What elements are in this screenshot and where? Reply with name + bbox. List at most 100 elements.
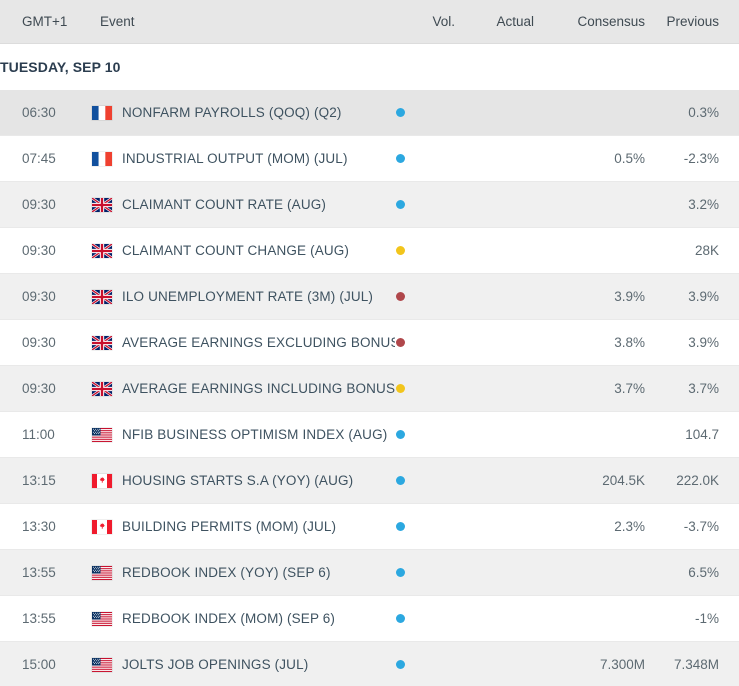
flag-united-states-icon	[88, 612, 115, 626]
table-row[interactable]: 09:30 AVERAGE EARNINGS EXCLUDING BONUS .…	[0, 320, 739, 366]
previous-value: 3.9%	[647, 335, 739, 350]
event-time: 09:30	[0, 289, 100, 304]
previous-value: 222.0K	[647, 473, 739, 488]
event-time: 09:30	[0, 381, 100, 396]
previous-value: 6.5%	[647, 565, 739, 580]
event-time: 11:00	[0, 427, 100, 442]
table-row[interactable]: 13:55 REDBOOK INDEX (YOY) (SEP 6) 6.5%	[0, 550, 739, 596]
date-group-header: TUESDAY, SEP 10	[0, 44, 739, 90]
volatility-dot-low-icon	[396, 154, 405, 163]
event-name[interactable]: AVERAGE EARNINGS INCLUDING BONUS (...	[122, 381, 395, 396]
previous-value: 3.9%	[647, 289, 739, 304]
table-row[interactable]: 15:00 JOLTS JOB OPENINGS (JUL) 7.300M7.34…	[0, 642, 739, 686]
volatility-dot-low-icon	[396, 568, 405, 577]
volatility-indicator[interactable]	[395, 108, 455, 117]
event-time: 13:55	[0, 565, 100, 580]
volatility-indicator[interactable]	[395, 476, 455, 485]
consensus-value: 3.9%	[535, 289, 647, 304]
column-header-actual[interactable]: Actual	[455, 14, 535, 29]
event-name[interactable]: BUILDING PERMITS (MOM) (JUL)	[122, 519, 395, 534]
volatility-dot-high-icon	[396, 292, 405, 301]
volatility-indicator[interactable]	[395, 430, 455, 439]
column-header-previous[interactable]: Previous	[647, 14, 739, 29]
event-time: 13:30	[0, 519, 100, 534]
table-row[interactable]: 09:30 CLAIMANT COUNT RATE (AUG) 3.2%	[0, 182, 739, 228]
event-name[interactable]: JOLTS JOB OPENINGS (JUL)	[122, 657, 395, 672]
event-name[interactable]: CLAIMANT COUNT RATE (AUG)	[122, 197, 395, 212]
consensus-value: 0.5%	[535, 151, 647, 166]
column-header-volatility[interactable]: Vol.	[395, 14, 455, 29]
event-time: 06:30	[0, 105, 100, 120]
previous-value: 7.348M	[647, 657, 739, 672]
table-row[interactable]: 13:15 HOUSING STARTS S.A (YOY) (AUG) 204.…	[0, 458, 739, 504]
event-rows-container: 06:30 NONFARM PAYROLLS (QOQ) (Q2)0.3%07:…	[0, 90, 739, 686]
previous-value: 3.7%	[647, 381, 739, 396]
event-name[interactable]: REDBOOK INDEX (YOY) (SEP 6)	[122, 565, 395, 580]
event-name[interactable]: NONFARM PAYROLLS (QOQ) (Q2)	[122, 105, 395, 120]
flag-united-states-icon	[88, 566, 115, 580]
volatility-indicator[interactable]	[395, 660, 455, 669]
date-group-label: TUESDAY, SEP 10	[0, 59, 121, 75]
event-name[interactable]: ILO UNEMPLOYMENT RATE (3M) (JUL)	[122, 289, 395, 304]
flag-france-icon	[88, 106, 115, 120]
table-row[interactable]: 13:55 REDBOOK INDEX (MOM) (SEP 6) -1%	[0, 596, 739, 642]
flag-united-kingdom-icon	[88, 290, 115, 304]
table-row[interactable]: 13:30 BUILDING PERMITS (MOM) (JUL) 2.3%-3…	[0, 504, 739, 550]
consensus-value: 7.300M	[535, 657, 647, 672]
previous-value: -2.3%	[647, 151, 739, 166]
table-row[interactable]: 09:30 AVERAGE EARNINGS INCLUDING BONUS (…	[0, 366, 739, 412]
column-header-consensus[interactable]: Consensus	[535, 14, 647, 29]
flag-france-icon	[88, 152, 115, 166]
volatility-indicator[interactable]	[395, 522, 455, 531]
event-name[interactable]: CLAIMANT COUNT CHANGE (AUG)	[122, 243, 395, 258]
flag-united-kingdom-icon	[88, 244, 115, 258]
table-row[interactable]: 06:30 NONFARM PAYROLLS (QOQ) (Q2) 0.3%	[0, 90, 739, 136]
event-name[interactable]: REDBOOK INDEX (MOM) (SEP 6)	[122, 611, 395, 626]
flag-canada-icon	[88, 474, 115, 488]
volatility-indicator[interactable]	[395, 154, 455, 163]
table-row[interactable]: 07:45 INDUSTRIAL OUTPUT (MOM) (JUL)0.5%-…	[0, 136, 739, 182]
volatility-indicator[interactable]	[395, 338, 455, 347]
previous-value: -1%	[647, 611, 739, 626]
volatility-indicator[interactable]	[395, 568, 455, 577]
volatility-indicator[interactable]	[395, 200, 455, 209]
previous-value: 0.3%	[647, 105, 739, 120]
volatility-indicator[interactable]	[395, 246, 455, 255]
calendar-column-headers: GMT+1 Event Vol. Actual Consensus Previo…	[0, 0, 739, 44]
volatility-dot-low-icon	[396, 660, 405, 669]
flag-canada-icon	[88, 520, 115, 534]
consensus-value: 2.3%	[535, 519, 647, 534]
column-header-timezone[interactable]: GMT+1	[0, 14, 100, 29]
consensus-value: 204.5K	[535, 473, 647, 488]
volatility-indicator[interactable]	[395, 292, 455, 301]
flag-united-states-icon	[88, 658, 115, 672]
event-time: 09:30	[0, 197, 100, 212]
volatility-dot-medium-icon	[396, 246, 405, 255]
volatility-dot-low-icon	[396, 476, 405, 485]
table-row[interactable]: 09:30 ILO UNEMPLOYMENT RATE (3M) (JUL) 3.…	[0, 274, 739, 320]
flag-united-kingdom-icon	[88, 336, 115, 350]
column-header-event[interactable]: Event	[100, 14, 395, 29]
event-name[interactable]: INDUSTRIAL OUTPUT (MOM) (JUL)	[122, 151, 395, 166]
volatility-indicator[interactable]	[395, 614, 455, 623]
flag-united-kingdom-icon	[88, 382, 115, 396]
consensus-value: 3.8%	[535, 335, 647, 350]
event-name[interactable]: HOUSING STARTS S.A (YOY) (AUG)	[122, 473, 395, 488]
previous-value: -3.7%	[647, 519, 739, 534]
previous-value: 3.2%	[647, 197, 739, 212]
flag-united-states-icon	[88, 428, 115, 442]
event-name[interactable]: NFIB BUSINESS OPTIMISM INDEX (AUG)	[122, 427, 395, 442]
table-row[interactable]: 11:00 NFIB BUSINESS OPTIMISM INDEX (AUG)…	[0, 412, 739, 458]
volatility-dot-low-icon	[396, 430, 405, 439]
event-time: 13:55	[0, 611, 100, 626]
event-name[interactable]: AVERAGE EARNINGS EXCLUDING BONUS ...	[122, 335, 395, 350]
event-time: 15:00	[0, 657, 100, 672]
volatility-dot-low-icon	[396, 108, 405, 117]
flag-united-kingdom-icon	[88, 198, 115, 212]
table-row[interactable]: 09:30 CLAIMANT COUNT CHANGE (AUG)28K	[0, 228, 739, 274]
event-time: 13:15	[0, 473, 100, 488]
event-time: 09:30	[0, 335, 100, 350]
volatility-dot-high-icon	[396, 338, 405, 347]
consensus-value: 3.7%	[535, 381, 647, 396]
volatility-indicator[interactable]	[395, 384, 455, 393]
